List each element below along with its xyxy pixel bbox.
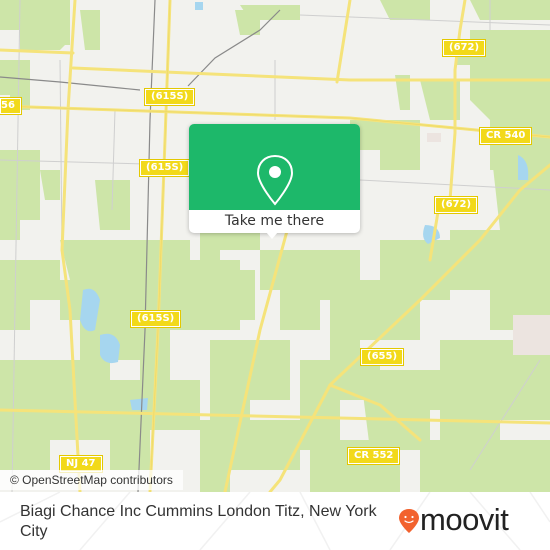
industrial-area — [427, 133, 441, 142]
road-shield-56: 56 — [0, 97, 22, 115]
moovit-wordmark: moovit — [420, 502, 509, 537]
road-shield-615s: (615S) — [143, 88, 196, 106]
location-popup: Take me there — [189, 124, 360, 233]
road-shield-615s: (615S) — [129, 310, 182, 328]
popup-pointer — [266, 232, 278, 239]
road-shield-655: (655) — [359, 348, 405, 366]
popup-header — [189, 124, 360, 210]
location-pin-icon — [256, 154, 294, 206]
road-shield-cr540: CR 540 — [478, 127, 533, 145]
road-shield-672: (672) — [441, 39, 487, 57]
map-canvas — [0, 0, 550, 492]
map-view[interactable]: 56 (615S) (615S) (615S) (672) (672) CR 5… — [0, 0, 550, 492]
industrial-area — [513, 315, 550, 355]
map-attribution[interactable]: © OpenStreetMap contributors — [0, 470, 183, 490]
road-shield-672: (672) — [433, 196, 479, 214]
moovit-pin-icon — [399, 509, 419, 533]
place-name: Biagi Chance Inc Cummins London Titz, Ne… — [20, 503, 377, 540]
take-me-there-button[interactable]: Take me there — [189, 210, 360, 233]
footer-bar: Biagi Chance Inc Cummins London Titz, Ne… — [0, 492, 550, 550]
road-shield-615s: (615S) — [138, 159, 191, 177]
road-shield-cr552: CR 552 — [346, 447, 401, 465]
